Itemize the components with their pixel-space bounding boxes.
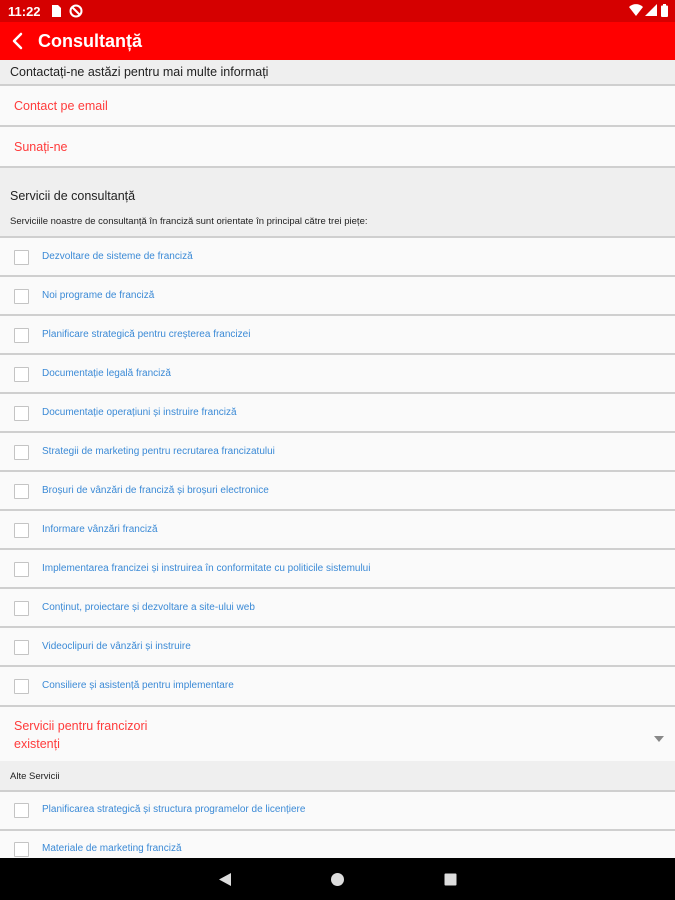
service-item-11[interactable]: Videoclipuri de vânzări și instruire [0,628,675,667]
services-heading: Servicii de consultanță [10,189,136,203]
email-contact-row[interactable]: Contact pe email [0,86,675,127]
contact-header: Contactați-ne astăzi pentru mai multe in… [0,60,675,86]
service-label: Documentație legală franciză [42,368,171,379]
status-time: 11:22 [8,4,41,19]
other-service-item-1[interactable]: Planificarea strategică și structura pro… [0,792,675,831]
services-description: Serviciile noastre de consultanță în fra… [10,216,368,227]
back-arrow-icon[interactable] [6,29,30,53]
existing-franchisors-line2: existenți [14,737,60,751]
checkbox[interactable] [14,289,29,304]
signal-icon [645,4,657,20]
service-item-4[interactable]: Documentație legală franciză [0,355,675,394]
service-item-6[interactable]: Strategii de marketing pentru recrutarea… [0,433,675,472]
checkbox[interactable] [14,367,29,382]
other-services-header: Alte Servicii [0,761,675,792]
sd-card-icon [50,4,62,21]
app-bar: Consultanță [0,22,675,60]
service-item-12[interactable]: Consiliere și asistență pentru implement… [0,667,675,707]
other-service-label: Materiale de marketing franciză [42,843,182,854]
other-services-heading: Alte Servicii [10,771,60,782]
service-label: Documentație operațiuni și instruire fra… [42,407,237,418]
checkbox[interactable] [14,484,29,499]
status-bar: 11:22 [0,0,675,22]
service-label: Informare vânzări franciză [42,524,158,535]
service-item-1[interactable]: Dezvoltare de sisteme de franciză [0,238,675,277]
wifi-icon [629,4,643,20]
service-label: Strategii de marketing pentru recrutarea… [42,446,275,457]
call-us-link[interactable]: Sunați-ne [14,140,68,154]
navigation-bar [0,858,675,900]
service-item-10[interactable]: Conținut, proiectare și dezvoltare a sit… [0,589,675,628]
blocked-icon [69,4,83,21]
service-label: Broșuri de vânzări de franciză și broșur… [42,485,269,496]
content-scroll[interactable]: Contactați-ne astăzi pentru mai multe in… [0,60,675,858]
checkbox[interactable] [14,842,29,857]
service-label: Videoclipuri de vânzări și instruire [42,641,191,652]
service-label: Conținut, proiectare și dezvoltare a sit… [42,602,255,613]
page-title: Consultanță [38,31,143,51]
service-item-7[interactable]: Broșuri de vânzări de franciză și broșur… [0,472,675,511]
service-label: Implementarea francizei și instruirea în… [42,563,371,574]
service-item-3[interactable]: Planificare strategică pentru creșterea … [0,316,675,355]
nav-recents-icon[interactable] [444,873,457,891]
service-item-9[interactable]: Implementarea francizei și instruirea în… [0,550,675,589]
checkbox[interactable] [14,250,29,265]
service-label: Dezvoltare de sisteme de franciză [42,251,193,262]
nav-home-icon[interactable] [330,872,345,892]
other-service-item-2[interactable]: Materiale de marketing franciză [0,831,675,858]
service-item-2[interactable]: Noi programe de franciză [0,277,675,316]
checkbox[interactable] [14,328,29,343]
service-item-5[interactable]: Documentație operațiuni și instruire fra… [0,394,675,433]
call-us-row[interactable]: Sunați-ne [0,127,675,168]
checkbox[interactable] [14,601,29,616]
existing-franchisors-line1: Servicii pentru francizori [14,719,148,733]
service-label: Consiliere și asistență pentru implement… [42,680,234,691]
checkbox[interactable] [14,406,29,421]
service-item-8[interactable]: Informare vânzări franciză [0,511,675,550]
checkbox[interactable] [14,562,29,577]
email-contact-link[interactable]: Contact pe email [14,99,108,113]
checkbox[interactable] [14,679,29,694]
checkbox[interactable] [14,640,29,655]
checkbox[interactable] [14,523,29,538]
dropdown-arrow-icon[interactable] [654,729,664,747]
other-service-label: Planificarea strategică și structura pro… [42,804,306,815]
services-header: Servicii de consultanță Serviciile noast… [0,168,675,238]
nav-back-icon[interactable] [218,872,232,892]
service-label: Noi programe de franciză [42,290,155,301]
battery-icon [661,4,668,20]
service-label: Planificare strategică pentru creșterea … [42,329,251,340]
contact-heading: Contactați-ne astăzi pentru mai multe in… [10,65,269,79]
checkbox[interactable] [14,803,29,818]
existing-franchisors-expander[interactable]: Servicii pentru francizori existenți [0,707,675,761]
checkbox[interactable] [14,445,29,460]
